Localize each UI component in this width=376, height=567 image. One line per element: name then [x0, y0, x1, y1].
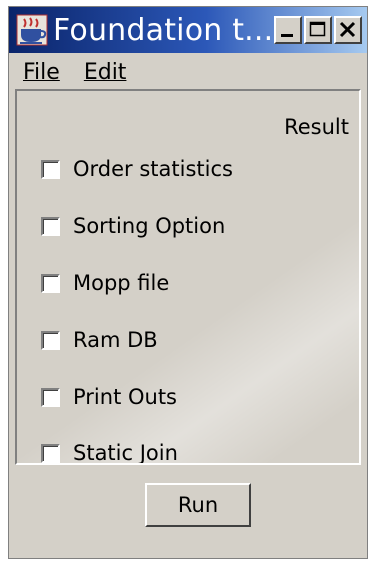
- checkbox[interactable]: [41, 273, 60, 293]
- option-mopp-file[interactable]: Mopp file: [41, 271, 169, 295]
- close-icon[interactable]: [334, 16, 362, 44]
- checkbox[interactable]: [41, 443, 60, 463]
- checkbox-label[interactable]: Order statistics: [73, 157, 233, 181]
- button-bar: Run: [9, 465, 367, 558]
- title-bar[interactable]: Foundation t...: [9, 7, 367, 53]
- option-sorting-option[interactable]: Sorting Option: [41, 214, 225, 238]
- application-window: Foundation t... File Edit Result Order s…: [8, 6, 368, 559]
- checkbox[interactable]: [41, 330, 60, 350]
- option-ram-db[interactable]: Ram DB: [41, 328, 158, 352]
- option-static-join[interactable]: Static Join: [41, 441, 178, 463]
- checkbox-label[interactable]: Mopp file: [73, 271, 169, 295]
- menu-edit[interactable]: Edit: [84, 60, 127, 85]
- checkbox[interactable]: [41, 387, 60, 407]
- maximize-icon[interactable]: [304, 16, 332, 44]
- options-panel: Result Order statistics Sorting Option M…: [15, 89, 361, 465]
- result-header: Result: [284, 115, 349, 139]
- checkbox[interactable]: [41, 159, 60, 179]
- menu-file[interactable]: File: [23, 60, 60, 85]
- window-title: Foundation t...: [53, 12, 274, 48]
- checkbox-label[interactable]: Static Join: [73, 441, 178, 463]
- option-order-statistics[interactable]: Order statistics: [41, 157, 233, 181]
- checkbox-label[interactable]: Print Outs: [73, 385, 177, 409]
- checkbox-label[interactable]: Ram DB: [73, 328, 158, 352]
- option-print-outs[interactable]: Print Outs: [41, 385, 177, 409]
- checkbox-label[interactable]: Sorting Option: [73, 214, 225, 238]
- run-button[interactable]: Run: [145, 483, 251, 527]
- menu-bar: File Edit: [9, 55, 367, 89]
- java-coffee-cup-icon[interactable]: [15, 13, 49, 47]
- minimize-icon[interactable]: [274, 16, 302, 44]
- checkbox[interactable]: [41, 216, 60, 236]
